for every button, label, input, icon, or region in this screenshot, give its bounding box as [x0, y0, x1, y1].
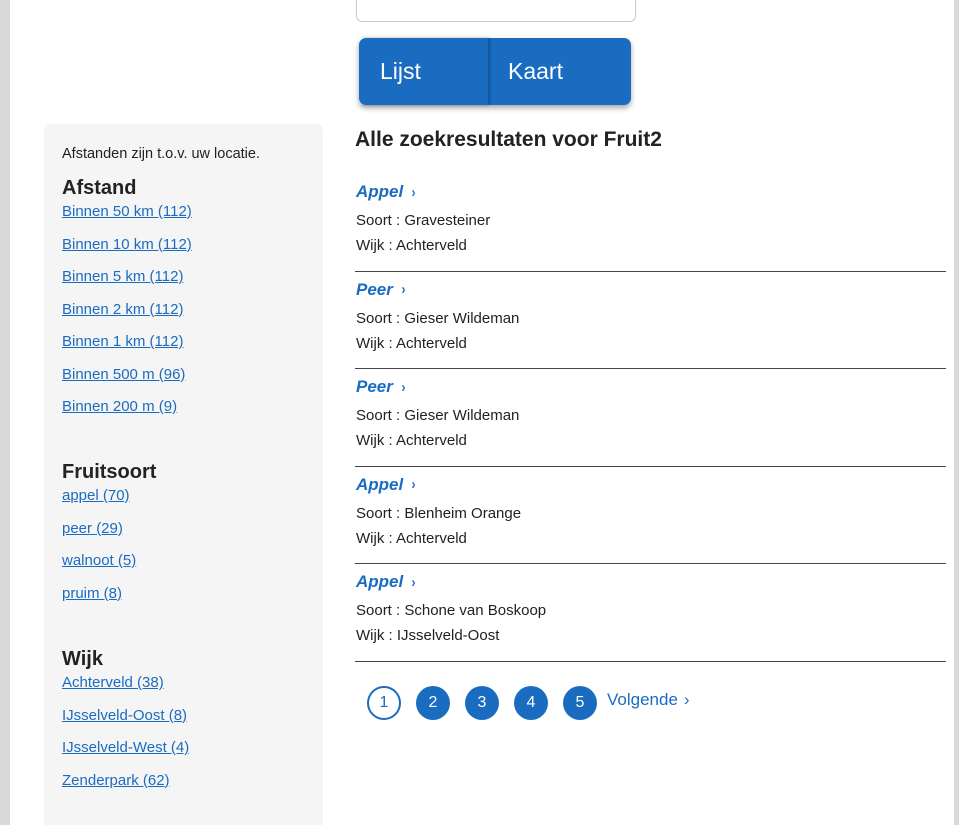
chevron-right-icon: ›: [683, 690, 690, 709]
result-item: Peer › Soort : Gieser Wildeman Wijk : Ac…: [355, 369, 946, 467]
fruit-filter-link[interactable]: pruim (8): [62, 584, 156, 617]
result-item: Appel › Soort : Gravesteiner Wijk : Acht…: [355, 174, 946, 272]
distance-filter-link[interactable]: Binnen 5 km (112): [62, 267, 192, 300]
page: Lijst Kaart Afstanden zijn t.o.v. uw loc…: [10, 0, 954, 825]
view-toggle: Lijst Kaart: [359, 38, 631, 105]
pagination: 1 2 3 4 5 Volgende ›: [367, 686, 690, 720]
result-item: Peer › Soort : Gieser Wildeman Wijk : Ac…: [355, 272, 946, 369]
result-title-link[interactable]: Appel ›: [356, 572, 416, 592]
district-heading: Wijk: [62, 648, 103, 670]
map-view-button[interactable]: Kaart: [488, 38, 563, 105]
result-district: Wijk : Achterveld: [356, 237, 467, 254]
results-heading: Alle zoekresultaten voor Fruit2: [355, 128, 662, 151]
distance-filter-link[interactable]: Binnen 50 km (112): [62, 202, 192, 235]
result-district: Wijk : Achterveld: [356, 334, 467, 352]
chevron-right-icon: ›: [411, 476, 416, 493]
district-filter-link[interactable]: Zenderpark (62): [62, 771, 189, 804]
result-title: Appel: [356, 474, 404, 494]
result-title: Peer: [356, 279, 393, 299]
fruit-filter-link[interactable]: walnoot (5): [62, 551, 156, 584]
result-item: Appel › Soort : Schone van Boskoop Wijk …: [355, 564, 946, 662]
district-filter-link[interactable]: IJsselveld-West (4): [62, 738, 189, 771]
distance-heading: Afstand: [62, 177, 137, 199]
fruit-filter-link[interactable]: peer (29): [62, 519, 156, 552]
result-title: Appel: [356, 572, 404, 591]
chevron-right-icon: ›: [401, 281, 406, 298]
list-view-button[interactable]: Lijst: [359, 38, 488, 105]
next-page-label: Volgende: [607, 690, 678, 709]
district-filter-link[interactable]: IJsselveld-Oost (8): [62, 706, 189, 739]
result-title-link[interactable]: Appel ›: [356, 475, 416, 495]
result-title: Appel: [356, 182, 404, 201]
result-title-link[interactable]: Appel ›: [356, 182, 416, 202]
distance-filter-link[interactable]: Binnen 500 m (96): [62, 365, 192, 398]
distance-note: Afstanden zijn t.o.v. uw locatie.: [62, 146, 261, 162]
results-panel: Alle zoekresultaten voor Fruit2 Appel › …: [355, 125, 946, 662]
result-variety: Soort : Gieser Wildeman: [356, 407, 520, 424]
distance-facet: Afstand Binnen 50 km (112) Binnen 10 km …: [62, 174, 192, 430]
filter-sidebar: Afstanden zijn t.o.v. uw locatie. Afstan…: [44, 124, 323, 825]
fruit-facet: Fruitsoort appel (70) peer (29) walnoot …: [62, 458, 156, 616]
chevron-right-icon: ›: [411, 183, 416, 201]
page-button[interactable]: 3: [465, 686, 499, 720]
result-variety: Soort : Schone van Boskoop: [356, 602, 547, 619]
district-facet: Wijk Achterveld (38) IJsselveld-Oost (8)…: [62, 645, 189, 803]
search-input[interactable]: [356, 0, 636, 22]
result-variety: Soort : Gravesteiner: [356, 212, 491, 229]
distance-filter-link[interactable]: Binnen 10 km (112): [62, 235, 192, 268]
chevron-right-icon: ›: [411, 573, 416, 591]
result-variety: Soort : Gieser Wildeman: [356, 309, 520, 327]
distance-filter-link[interactable]: Binnen 200 m (9): [62, 397, 192, 430]
fruit-heading: Fruitsoort: [62, 461, 157, 483]
results-list: Appel › Soort : Gravesteiner Wijk : Acht…: [355, 174, 946, 662]
fruit-filter-link[interactable]: appel (70): [62, 486, 156, 519]
page-button-current[interactable]: 1: [367, 686, 401, 720]
result-title-link[interactable]: Peer ›: [356, 377, 406, 397]
next-page-link[interactable]: Volgende ›: [607, 690, 690, 710]
result-title: Peer: [356, 377, 393, 396]
page-button[interactable]: 4: [514, 686, 548, 720]
result-district: Wijk : IJsselveld-Oost: [356, 627, 500, 644]
result-item: Appel › Soort : Blenheim Orange Wijk : A…: [355, 467, 946, 564]
chevron-right-icon: ›: [401, 378, 406, 396]
distance-filter-link[interactable]: Binnen 1 km (112): [62, 332, 192, 365]
page-button[interactable]: 2: [416, 686, 450, 720]
result-variety: Soort : Blenheim Orange: [356, 504, 522, 522]
result-district: Wijk : Achterveld: [356, 432, 467, 449]
district-filter-link[interactable]: Achterveld (38): [62, 673, 189, 706]
distance-filter-link[interactable]: Binnen 2 km (112): [62, 300, 192, 333]
result-title-link[interactable]: Peer ›: [356, 280, 406, 300]
result-district: Wijk : Achterveld: [356, 529, 467, 547]
page-button[interactable]: 5: [563, 686, 597, 720]
